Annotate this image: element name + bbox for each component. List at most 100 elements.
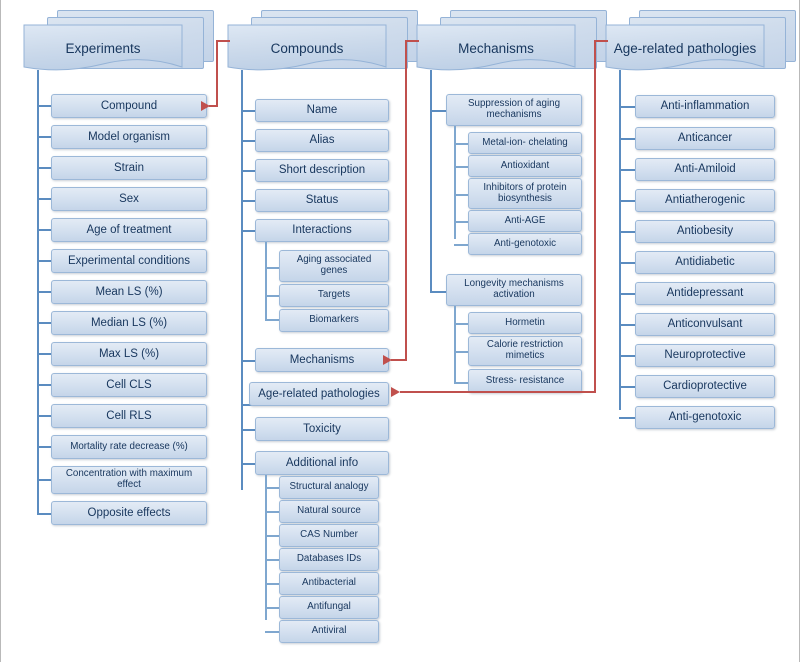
mechanisms-sub-calorie-restriction-mimetics[interactable]: Calorie restriction mimetics [468,336,582,366]
addinfo-sub-branch-1 [265,511,279,513]
compounds-item-toxicity[interactable]: Toxicity [255,417,389,441]
compounds-item-status[interactable]: Status [255,189,389,212]
experiments-item-opposite-effects[interactable]: Opposite effects [51,501,207,525]
interactions-subspine [265,242,267,319]
exp-branch-9 [37,384,51,386]
pathologies-item-antiobesity[interactable]: Antiobesity [635,220,775,243]
compounds-sub-databases-ids[interactable]: Databases IDs [279,548,379,571]
long-sub-branch-0 [454,323,468,325]
compounds-spine [241,70,243,490]
mechanisms-sub-anti-age[interactable]: Anti-AGE [468,210,582,232]
compounds-sub-aging-associated-genes[interactable]: Aging associated genes [279,250,389,282]
addinfo-sub-branch-3 [265,559,279,561]
addinfo-sub-branch-4 [265,583,279,585]
exp-branch-3 [37,198,51,200]
supp-sub-branch-4 [454,244,468,246]
compounds-item-short-description[interactable]: Short description [255,159,389,182]
mechanisms-sub-stress-resistance[interactable]: Stress- resistance [468,369,582,393]
compounds-sub-antibacterial[interactable]: Antibacterial [279,572,379,595]
long-sub-branch-1 [454,351,468,353]
pathologies-item-anti-amiloid[interactable]: Anti-Amiloid [635,158,775,181]
experiments-item-cell-rls[interactable]: Cell RLS [51,404,207,428]
exp-branch-7 [37,322,51,324]
experiments-item-model-organism[interactable]: Model organism [51,125,207,149]
mechanisms-sub-hormetin[interactable]: Hormetin [468,312,582,334]
path-branch-10 [619,417,635,419]
compounds-sub-cas-number[interactable]: CAS Number [279,524,379,547]
mechanisms-item-longevity-activation[interactable]: Longevity mechanisms activation [446,274,582,306]
additional-info-subspine [265,475,267,620]
pathologies-item-antidiabetic[interactable]: Antidiabetic [635,251,775,274]
compounds-item-alias[interactable]: Alias [255,129,389,152]
ref-arrowhead-to-compound [201,101,210,111]
ref-arrow-mechanisms-top [405,40,419,42]
compounds-sub-antifungal[interactable]: Antifungal [279,596,379,619]
experiments-item-strain[interactable]: Strain [51,156,207,180]
experiments-item-cell-cls[interactable]: Cell CLS [51,373,207,397]
compounds-sub-biomarkers[interactable]: Biomarkers [279,309,389,332]
mechanisms-item-suppression-of-aging[interactable]: Suppression of aging mechanisms [446,94,582,126]
pathologies-item-antiatherogenic[interactable]: Antiatherogenic [635,189,775,212]
path-branch-9 [619,386,635,388]
long-sub-branch-2 [454,382,468,384]
pathologies-item-anticonvulsant[interactable]: Anticonvulsant [635,313,775,336]
experiments-item-sex[interactable]: Sex [51,187,207,211]
mechanisms-header-group: Mechanisms [416,8,607,80]
pathologies-item-neuroprotective[interactable]: Neuroprotective [635,344,775,367]
compounds-item-age-related-pathologies[interactable]: Age-related pathologies [249,382,389,406]
diagram-canvas: Experiments Compound Model organism Stra… [0,0,800,662]
pathologies-item-cardioprotective[interactable]: Cardioprotective [635,375,775,398]
interactions-sub-branch-0 [265,267,279,269]
path-branch-4 [619,231,635,233]
cmp-branch-8 [241,463,255,465]
cmp-branch-0 [241,110,255,112]
compounds-item-interactions[interactable]: Interactions [255,219,389,242]
longevity-subspine [454,306,456,382]
pathologies-item-anti-inflammation[interactable]: Anti-inflammation [635,95,775,118]
mech-branch-0 [430,110,446,112]
compounds-item-mechanisms[interactable]: Mechanisms [255,348,389,372]
experiments-item-mortality-rate-decrease[interactable]: Mortality rate decrease (%) [51,435,207,459]
compounds-sub-natural-source[interactable]: Natural source [279,500,379,523]
ref-arrow-pathologies-vert [594,40,596,392]
experiments-item-max-ls[interactable]: Max LS (%) [51,342,207,366]
exp-branch-13 [37,513,51,515]
pathologies-header-group: Age-related pathologies [605,8,796,80]
supp-sub-branch-0 [454,143,468,145]
addinfo-sub-branch-0 [265,487,279,489]
cmp-branch-5 [241,360,255,362]
mechanisms-sub-anti-genotoxic[interactable]: Anti-genotoxic [468,233,582,255]
ref-arrow-mechanisms-bottom [391,359,407,361]
path-branch-8 [619,355,635,357]
interactions-sub-branch-1 [265,295,279,297]
pathologies-item-anticancer[interactable]: Anticancer [635,127,775,150]
mechanisms-sub-metal-ion-chelating[interactable]: Metal-ion- chelating [468,132,582,154]
path-branch-7 [619,324,635,326]
mechanisms-sub-antioxidant[interactable]: Antioxidant [468,155,582,177]
mech-branch-1 [430,291,446,293]
addinfo-sub-branch-5 [265,607,279,609]
cmp-branch-3 [241,200,255,202]
exp-branch-10 [37,415,51,417]
supp-sub-branch-2 [454,194,468,196]
experiments-item-age-of-treatment[interactable]: Age of treatment [51,218,207,242]
mechanisms-sub-inhibitors-protein-biosynthesis[interactable]: Inhibitors of protein biosynthesis [468,178,582,209]
path-branch-6 [619,293,635,295]
compounds-sub-structural-analogy[interactable]: Structural analogy [279,476,379,499]
pathologies-item-anti-genotoxic[interactable]: Anti-genotoxic [635,406,775,429]
experiments-item-compound[interactable]: Compound [51,94,207,118]
header-sheet-front [23,8,183,80]
exp-branch-11 [37,446,51,448]
ref-arrow-pathologies-bottom [400,391,596,393]
compounds-item-name[interactable]: Name [255,99,389,122]
experiments-item-concentration-max-effect[interactable]: Concentration with maximum effect [51,466,207,494]
compounds-sub-antiviral[interactable]: Antiviral [279,620,379,643]
experiments-item-mean-ls[interactable]: Mean LS (%) [51,280,207,304]
compounds-sub-targets[interactable]: Targets [279,284,389,307]
experiments-item-median-ls[interactable]: Median LS (%) [51,311,207,335]
compounds-item-additional-info[interactable]: Additional info [255,451,389,475]
supp-sub-branch-3 [454,221,468,223]
pathologies-item-antidepressant[interactable]: Antidepressant [635,282,775,305]
ref-arrow-pathologies-top [594,40,608,42]
experiments-item-experimental-conditions[interactable]: Experimental conditions [51,249,207,273]
